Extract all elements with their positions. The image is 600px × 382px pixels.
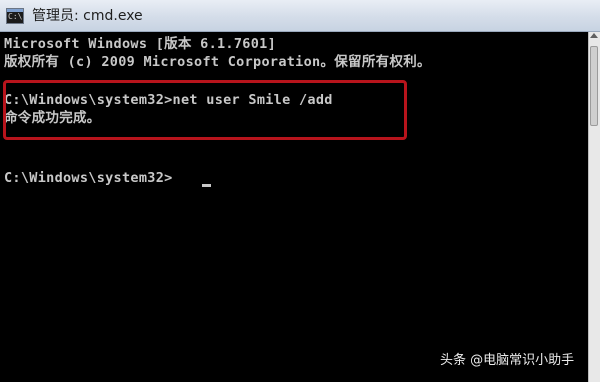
cmd-console-icon (6, 8, 24, 24)
window-title: 管理员: cmd.exe (32, 8, 143, 24)
console-line-copyright: 版权所有 (c) 2009 Microsoft Corporation。保留所有… (4, 54, 431, 70)
scroll-thumb[interactable] (590, 46, 598, 126)
console-line-version: Microsoft Windows [版本 6.1.7601] (4, 36, 277, 52)
watermark: 头条 @电脑常识小助手 (440, 353, 575, 368)
vertical-scrollbar[interactable] (588, 32, 600, 382)
cmd-window: 管理员: cmd.exe Microsoft Windows [版本 6.1.7… (0, 0, 600, 382)
text-cursor (202, 184, 211, 187)
scroll-up-arrow-icon[interactable] (590, 33, 598, 38)
console-line-prompt: C:\Windows\system32> (4, 170, 173, 186)
title-bar[interactable]: 管理员: cmd.exe (0, 0, 600, 32)
highlight-box (3, 80, 407, 140)
